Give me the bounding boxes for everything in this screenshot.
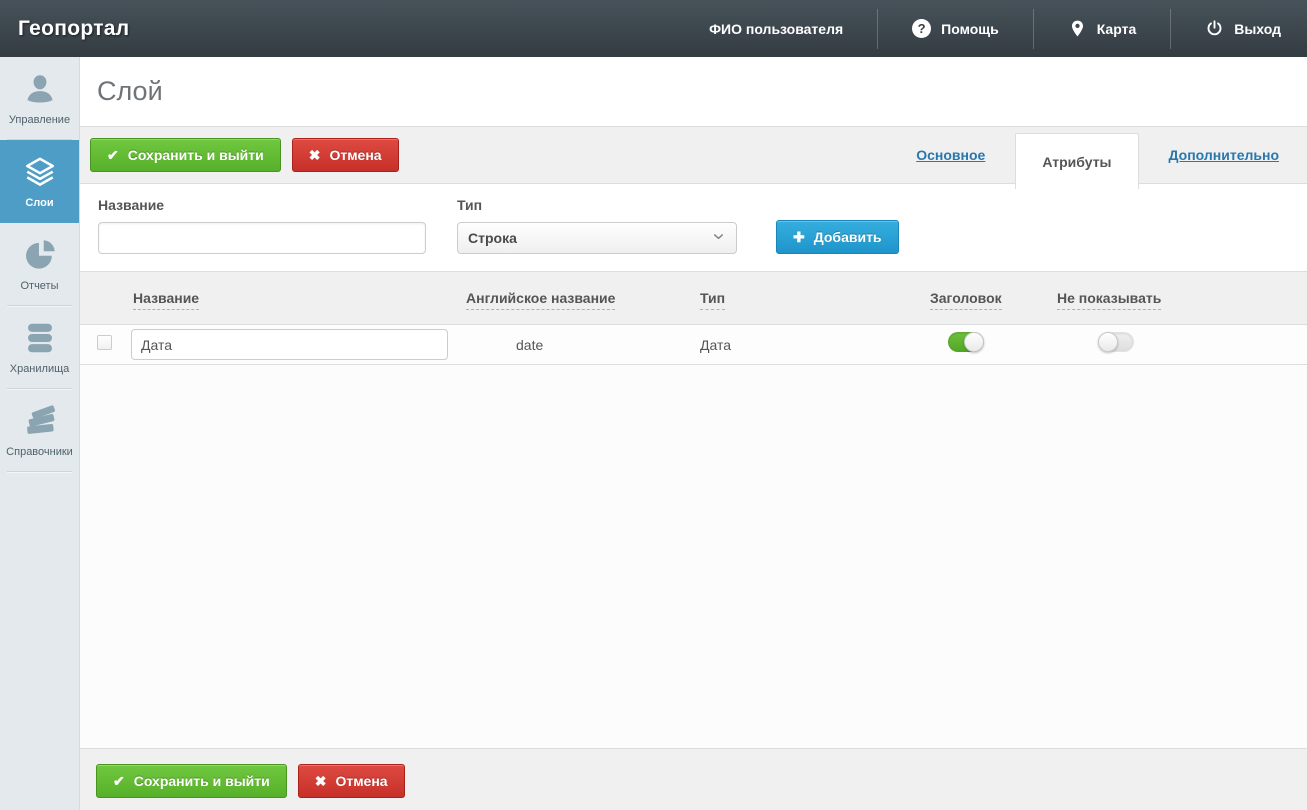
help-icon: ?: [912, 19, 932, 38]
type-field-label: Тип: [457, 197, 483, 213]
cross-icon: ✖: [308, 147, 321, 163]
name-field-group: Название: [98, 197, 426, 254]
footer-bar: ✔ Сохранить и выйти ✖ Отмена: [80, 748, 1307, 810]
check-icon: ✔: [107, 147, 119, 163]
name-field-label: Название: [98, 197, 165, 213]
tab-bar: Основное Атрибуты Дополнительно: [906, 127, 1289, 189]
sidebar-item-label: Хранилища: [9, 363, 70, 375]
row-name-cell: [128, 329, 458, 360]
attribute-type-selected-value: Строка: [468, 230, 517, 246]
page-header: Слой: [80, 57, 1307, 126]
row-title-toggle-cell: [924, 332, 1046, 357]
sidebar-item-label: Справочники: [6, 446, 73, 458]
footer-cancel-button[interactable]: ✖ Отмена: [297, 764, 405, 798]
tab-additional[interactable]: Дополнительно: [1159, 147, 1289, 163]
user-fullname[interactable]: ФИО пользователя: [675, 9, 877, 49]
check-icon: ✔: [113, 773, 125, 789]
sidebar-item-dictionaries[interactable]: Справочники: [0, 389, 79, 472]
sidebar: Управление Слои Отчеты Хранилища Справоч…: [0, 57, 80, 810]
footer-cancel-label: Отмена: [335, 773, 388, 789]
save-and-exit-button[interactable]: ✔ Сохранить и выйти: [90, 138, 281, 172]
type-field-group: Тип Строка: [457, 197, 737, 254]
power-icon: [1205, 19, 1224, 38]
user-icon: [20, 71, 60, 107]
toggle-knob: [1098, 332, 1118, 352]
title-toggle[interactable]: [948, 332, 984, 352]
add-attribute-label: Добавить: [813, 229, 882, 245]
user-fullname-label: ФИО пользователя: [709, 20, 844, 37]
plus-icon: ✚: [793, 229, 805, 245]
attribute-name-input[interactable]: [98, 222, 426, 254]
map-label: Карта: [1096, 20, 1137, 37]
sidebar-item-label: Отчеты: [20, 280, 59, 292]
row-type: Дата: [700, 336, 732, 353]
map-button[interactable]: Карта: [1032, 8, 1171, 49]
pie-chart-icon: [20, 237, 60, 273]
row-name-input[interactable]: [131, 329, 448, 360]
sidebar-item-label: Слои: [25, 197, 54, 209]
app-root: Геопортал ФИО пользователя ? Помощь Карт…: [0, 0, 1307, 810]
cancel-button[interactable]: ✖ Отмена: [291, 138, 399, 172]
top-bar: Геопортал ФИО пользователя ? Помощь Карт…: [0, 0, 1307, 57]
page-title: Слой: [97, 76, 163, 106]
chevron-down-icon: [711, 229, 726, 247]
database-icon: [20, 320, 60, 356]
logout-label: Выход: [1234, 20, 1281, 37]
add-attribute-form: Название Тип Строка ✚ Добавить: [80, 184, 1307, 272]
top-nav: ФИО пользователя ? Помощь Карта Выход: [675, 0, 1307, 57]
row-hide-toggle-cell: [1046, 332, 1307, 357]
body-row: Управление Слои Отчеты Хранилища Справоч…: [0, 57, 1307, 810]
attribute-type-select[interactable]: Строка: [457, 222, 737, 254]
cancel-label: Отмена: [329, 147, 382, 163]
save-and-exit-label: Сохранить и выйти: [127, 147, 264, 163]
brand-title: Геопортал: [18, 16, 130, 40]
row-checkbox-cell: [96, 334, 112, 355]
sidebar-item-label: Управление: [8, 114, 71, 126]
help-button[interactable]: ? Помощь: [877, 8, 1033, 49]
column-header-title: Заголовок: [924, 290, 1046, 310]
attributes-table-header: Название Английское название Тип Заголов…: [80, 272, 1307, 325]
column-header-name: Название: [128, 290, 458, 310]
map-pin-icon: [1068, 19, 1087, 38]
layers-icon: [20, 154, 60, 190]
content-filler: [80, 365, 1307, 748]
cross-icon: ✖: [314, 773, 327, 789]
logout-button[interactable]: Выход: [1170, 8, 1307, 49]
sidebar-item-storages[interactable]: Хранилища: [0, 306, 79, 389]
footer-save-and-exit-label: Сохранить и выйти: [133, 773, 270, 789]
tab-attributes[interactable]: Атрибуты: [1015, 133, 1139, 189]
hide-toggle[interactable]: [1098, 332, 1134, 352]
column-header-english-name: Английское название: [458, 290, 696, 310]
row-checkbox[interactable]: [96, 334, 112, 350]
toolbar: ✔ Сохранить и выйти ✖ Отмена Основное Ат…: [80, 126, 1307, 189]
tab-main[interactable]: Основное: [906, 147, 995, 163]
sidebar-item-management[interactable]: Управление: [0, 57, 79, 140]
row-english-name: date: [516, 336, 544, 353]
sidebar-item-layers[interactable]: Слои: [0, 140, 79, 223]
main-content: Слой ✔ Сохранить и выйти ✖ Отмена Основн…: [80, 57, 1307, 810]
help-label: Помощь: [941, 20, 999, 37]
table-row: date Дата: [80, 325, 1307, 365]
column-header-hide: Не показывать: [1046, 290, 1307, 310]
sidebar-item-reports[interactable]: Отчеты: [0, 223, 79, 306]
toggle-knob: [964, 332, 984, 352]
column-header-type: Тип: [696, 290, 924, 310]
footer-save-and-exit-button[interactable]: ✔ Сохранить и выйти: [96, 764, 287, 798]
books-icon: [20, 403, 60, 439]
add-attribute-button[interactable]: ✚ Добавить: [776, 220, 899, 254]
